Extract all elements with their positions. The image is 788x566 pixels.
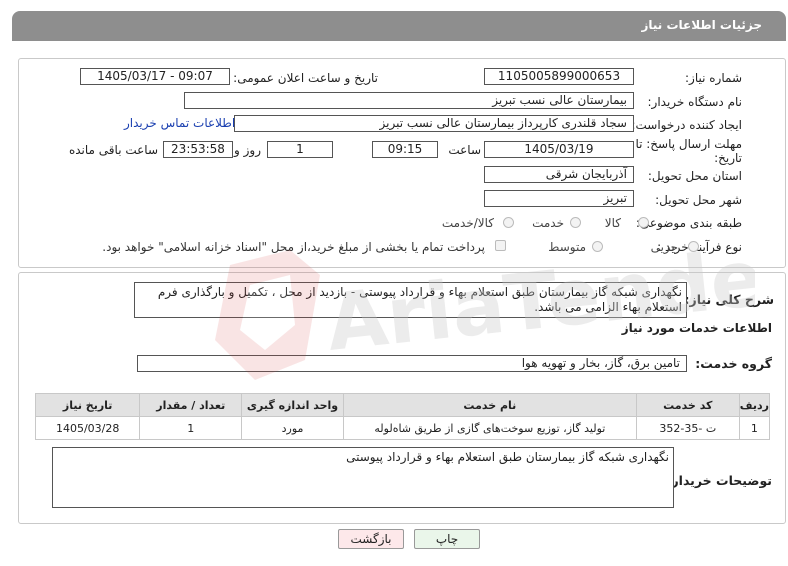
category-goods-radio[interactable] (638, 217, 649, 228)
col-name: نام خدمت (342, 393, 637, 417)
remaining-label: ساعت باقی مانده (68, 143, 158, 157)
cell-quantity: 1 (139, 416, 243, 440)
cell-date: 1405/03/28 (34, 416, 141, 440)
process-minor-label: جزیی (650, 240, 678, 254)
category-goods-service-label: کالا/خدمت (441, 216, 494, 230)
province-label: استان محل تحویل: (647, 169, 742, 183)
page-title: جزئیات اطلاعات نیاز (641, 18, 762, 32)
need-number-field: 1105005899000653 (484, 68, 634, 85)
cell-row: 1 (738, 416, 771, 440)
services-table: ردیف کد خدمت نام خدمت واحد اندازه گیری ت… (34, 393, 771, 440)
col-date: تاریخ نیاز (34, 393, 141, 417)
province-field: آذربایجان شرقی (484, 166, 634, 183)
category-service-label: خدمت (532, 216, 564, 230)
cell-code: ت -35-352 (635, 416, 740, 440)
days-label: روز و (234, 143, 261, 157)
need-info-panel (18, 58, 786, 268)
time-label: ساعت (448, 143, 481, 157)
buyer-contact-link[interactable]: اطلاعات تماس خریدار (124, 116, 235, 130)
days-field: 1 (267, 141, 333, 158)
header-bar: جزئیات اطلاعات نیاز (12, 11, 786, 41)
payment-note: پرداخت تمام یا بخشی از مبلغ خرید،از محل … (102, 240, 485, 254)
buyer-org-label: نام دستگاه خریدار: (647, 95, 743, 109)
cell-name: تولید گاز، توزیع سوخت‌های گازی از طریق ش… (342, 416, 637, 440)
remaining-time-field: 23:53:58 (163, 141, 233, 158)
category-service-radio[interactable] (570, 217, 581, 228)
creator-label: ایجاد کننده درخواست: (631, 118, 742, 132)
services-section-title: اطلاعات خدمات مورد نیاز (621, 321, 772, 335)
category-label: طبقه بندی موضوعی: (635, 216, 742, 230)
announce-datetime-field: 1405/03/17 - 09:07 (80, 68, 230, 85)
service-group-field: تامین برق، گاز، بخار و تهویه هوا (137, 355, 687, 372)
col-unit: واحد اندازه گیری (241, 393, 344, 417)
city-label: شهر محل تحویل: (655, 193, 742, 207)
deadline-time-field: 09:15 (372, 141, 438, 158)
buyer-notes-text: نگهداری شبکه گاز بیمارستان طبق استعلام ب… (52, 447, 674, 508)
city-field: تبریز (484, 190, 634, 207)
creator-field: سجاد قلندری کارپرداز بیمارستان عالی نسب … (234, 115, 634, 132)
table-row: 1 ت -35-352 تولید گاز، توزیع سوخت‌های گا… (34, 416, 771, 440)
buyer-org-field: بیمارستان عالی نسب تبریز (184, 92, 634, 109)
deadline-label-date: تاریخ: (714, 151, 742, 165)
category-goods-label: کالا (604, 216, 621, 230)
category-goods-service-radio[interactable] (503, 217, 514, 228)
service-group-label: گروه خدمت: (695, 356, 772, 371)
page-header: جزئیات اطلاعات نیاز (0, 0, 788, 52)
services-table-header: ردیف کد خدمت نام خدمت واحد اندازه گیری ت… (34, 393, 771, 417)
process-minor-radio[interactable] (688, 241, 699, 252)
col-row: ردیف (738, 393, 771, 417)
announce-label: تاریخ و ساعت اعلان عمومی: (233, 71, 378, 85)
summary-text: نگهداری شبکه گاز بیمارستان طبق استعلام ب… (134, 282, 687, 318)
need-number-label: شماره نیاز: (685, 71, 742, 85)
col-code: کد خدمت (635, 393, 740, 417)
col-quantity: تعداد / مقدار (139, 393, 243, 417)
treasury-payment-checkbox[interactable] (495, 240, 506, 251)
buyer-notes-label: توضیحات خریدار: (666, 473, 772, 488)
cell-unit: مورد (241, 416, 344, 440)
deadline-label: مهلت ارسال پاسخ: تا (635, 137, 742, 151)
process-medium-radio[interactable] (592, 241, 603, 252)
deadline-date-field: 1405/03/19 (484, 141, 634, 158)
process-medium-label: متوسط (548, 240, 586, 254)
print-button[interactable]: چاپ (414, 529, 480, 549)
back-button[interactable]: بازگشت (338, 529, 404, 549)
summary-label: شرح کلی نیاز: (684, 292, 774, 307)
